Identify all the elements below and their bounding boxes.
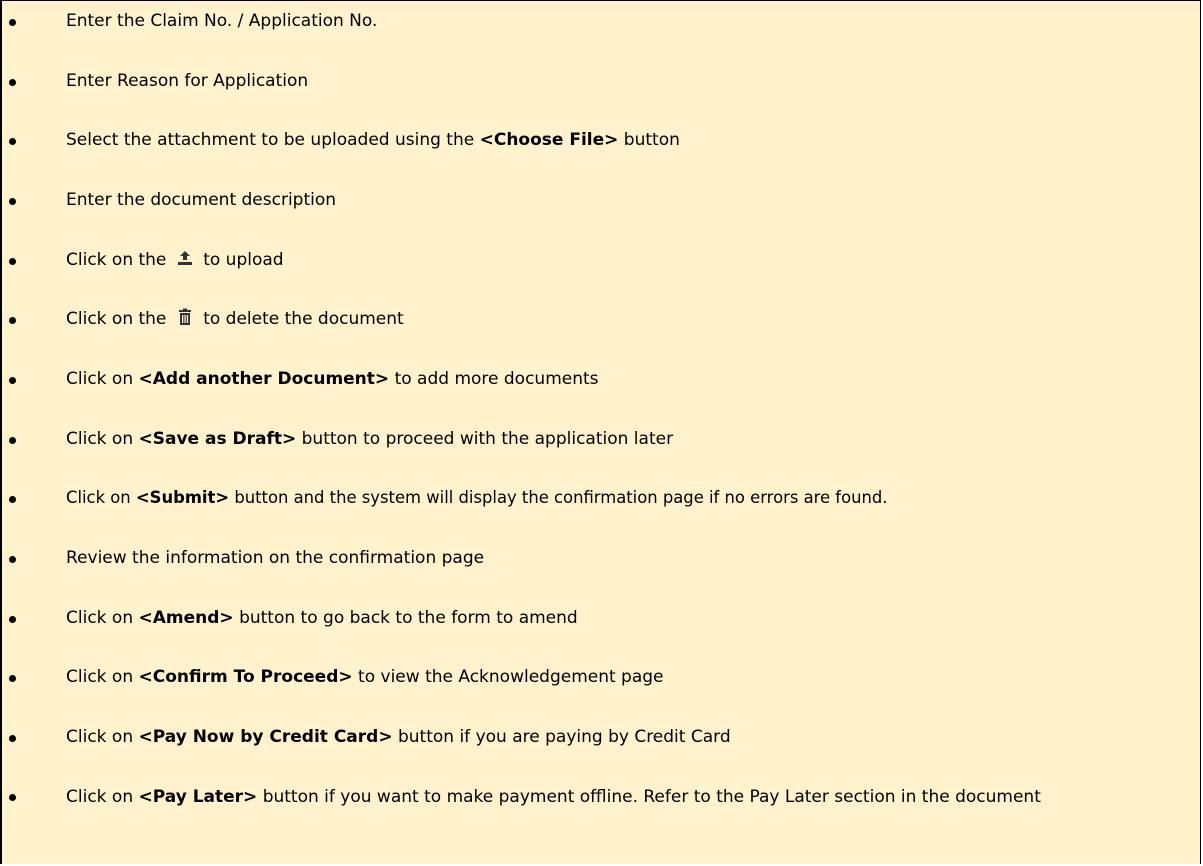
list-item: Review the information on the confirmati…: [2, 546, 1200, 570]
list-item: Enter the document description: [2, 188, 1200, 212]
bullet: [9, 258, 16, 265]
list-item: Click on <Amend> button to go back to th…: [2, 606, 1200, 630]
list-item: Enter Reason for Application: [2, 69, 1200, 93]
step-text: Select the attachment to be uploaded usi…: [66, 130, 680, 150]
list-item: Click on <Pay Now by Credit Card> button…: [2, 725, 1200, 749]
bullet: [9, 317, 16, 324]
step-text: Enter the Claim No. / Application No.: [66, 11, 378, 31]
bullet: [9, 556, 16, 563]
step-text: Click on <Submit> button and the system …: [66, 488, 888, 507]
bullet: [9, 138, 16, 145]
step-text: Review the information on the confirmati…: [66, 548, 485, 568]
pay-later-label: <Pay Later>: [138, 787, 258, 807]
bullet: [9, 198, 16, 205]
upload-icon: [176, 249, 194, 267]
save-as-draft-label: <Save as Draft>: [138, 429, 297, 449]
bullet: [9, 496, 16, 503]
step-text: Enter the document description: [66, 190, 337, 210]
bullet: [9, 79, 16, 86]
list-item: Click on the to upload: [2, 248, 1200, 272]
step-text: Enter Reason for Application: [66, 71, 309, 91]
submit-label: <Submit>: [135, 488, 230, 507]
list-item: Click on <Submit> button and the system …: [2, 486, 1200, 510]
confirm-to-proceed-label: <Confirm To Proceed>: [138, 667, 353, 687]
list-item: Click on <Confirm To Proceed> to view th…: [2, 665, 1200, 689]
choose-file-label: <Choose File>: [479, 130, 619, 150]
bullet: [9, 19, 16, 26]
bullet: [9, 377, 16, 384]
step-text: Click on <Amend> button to go back to th…: [66, 608, 578, 628]
trash-icon: [176, 308, 194, 326]
bullet: [9, 437, 16, 444]
step-text: Click on <Save as Draft> button to proce…: [66, 429, 674, 449]
amend-label: <Amend>: [138, 608, 234, 628]
step-text: Click on <Add another Document> to add m…: [66, 369, 599, 389]
list-item: Click on <Add another Document> to add m…: [2, 367, 1200, 391]
add-another-document-label: <Add another Document>: [138, 369, 390, 389]
bullet: [9, 616, 16, 623]
list-item: Select the attachment to be uploaded usi…: [2, 128, 1200, 152]
bullet: [9, 794, 16, 801]
list-item: Enter the Claim No. / Application No.: [2, 9, 1200, 33]
step-text: Click on <Pay Later> button if you want …: [66, 787, 1041, 807]
list-item: Click on <Save as Draft> button to proce…: [2, 427, 1200, 451]
step-text: Click on <Confirm To Proceed> to view th…: [66, 667, 664, 687]
bullet: [9, 735, 16, 742]
step-text: Click on <Pay Now by Credit Card> button…: [66, 727, 731, 747]
pay-now-by-credit-card-label: <Pay Now by Credit Card>: [138, 727, 393, 747]
list-item: Click on the to delete the document: [2, 307, 1200, 331]
step-text: Click on the to upload: [66, 249, 284, 270]
bullet: [9, 675, 16, 682]
step-text: Click on the to delete the document: [66, 308, 404, 329]
instruction-panel: Enter the Claim No. / Application No. En…: [0, 0, 1201, 864]
